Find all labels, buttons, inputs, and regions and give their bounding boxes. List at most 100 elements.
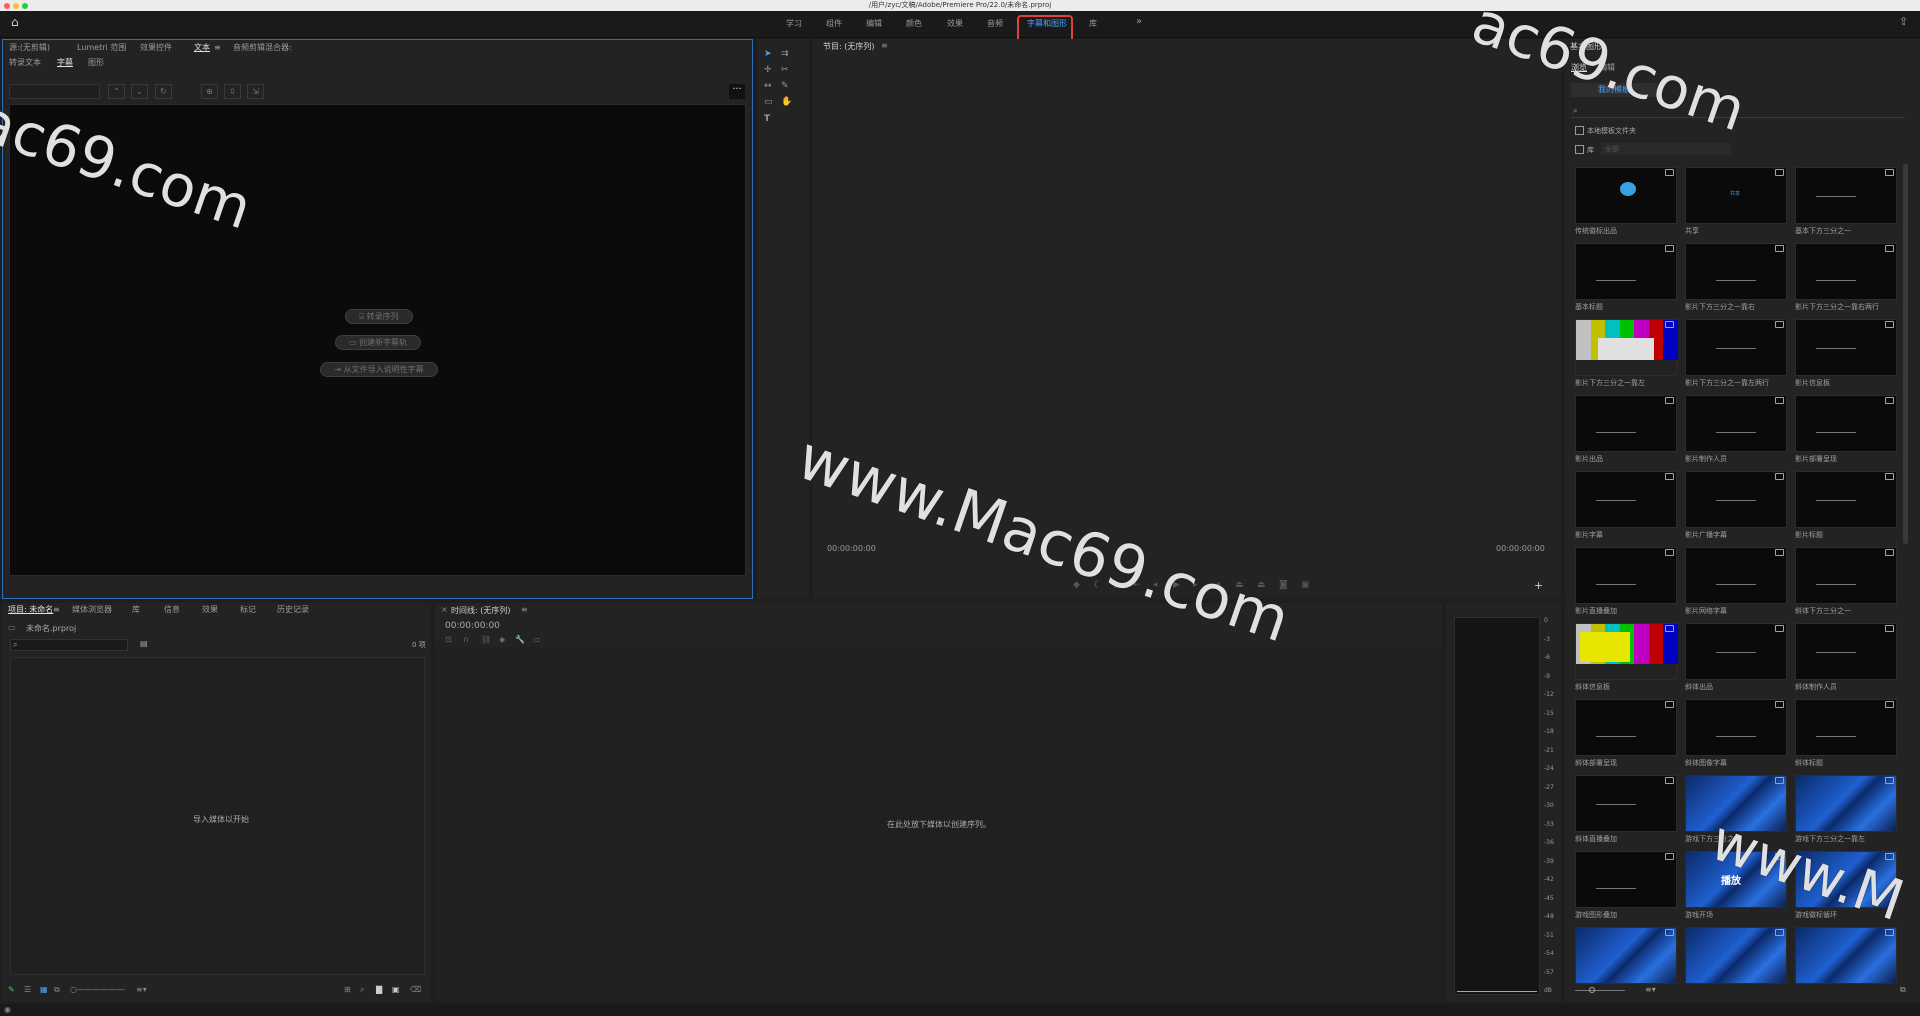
project-tab-2[interactable]: 库 [132,603,140,617]
text-sub-tab-2[interactable]: 图形 [88,56,104,70]
minimize-window-button[interactable] [13,3,19,9]
transcribe-sequence-button[interactable]: ⌸ 转录序列 [345,309,413,324]
new-bin-from-search-icon[interactable]: ▤ [140,639,148,648]
panel-menu-icon[interactable]: ≡ [881,41,888,50]
close-tab-icon[interactable]: × [441,605,448,614]
template-thumbnail[interactable] [1575,623,1678,680]
icon-view-icon[interactable]: ▦ [40,985,48,994]
template-thumbnail[interactable] [1795,319,1897,376]
step-forward-icon[interactable]: ▸ [1193,580,1198,590]
template-thumbnail[interactable] [1685,319,1787,376]
workspace-tab-3[interactable]: 颜色 [906,18,922,29]
next-caption-button[interactable]: ⌄ [131,84,148,99]
text-sub-tab-0[interactable]: 转录文本 [9,56,41,70]
project-tab-3[interactable]: 信息 [164,603,180,617]
slip-tool-icon[interactable]: ↔ [764,81,772,91]
add-marker-icon[interactable]: ◆ [499,635,505,644]
split-caption-icon[interactable]: ⇳ [224,84,241,99]
project-tab-4[interactable]: 效果 [202,603,218,617]
source-tab-0[interactable]: 源:(无剪辑) [9,41,50,55]
sort-icon[interactable]: ≡▾ [136,985,147,994]
template-thumbnail[interactable] [1575,851,1677,908]
template-thumbnail[interactable] [1685,623,1787,680]
workspace-tab-4[interactable]: 效果 [947,18,963,29]
template-thumbnail[interactable] [1795,243,1897,300]
template-thumbnail[interactable] [1685,547,1787,604]
captions-icon[interactable]: ▭ [533,635,541,644]
template-thumbnail[interactable] [1795,167,1897,224]
write-on-icon[interactable]: ✎ [8,985,15,994]
new-item-icon[interactable]: ▣ [392,985,400,994]
template-thumbnail[interactable] [1575,243,1677,300]
source-tab-3[interactable]: 文本 [194,41,210,55]
selection-tool-icon[interactable]: ➤ [764,49,772,59]
automate-icon[interactable]: ⊞ [344,985,351,994]
workspace-tab-7[interactable]: 库 [1089,18,1097,29]
snap-icon[interactable]: ∩ [463,635,469,644]
previous-caption-button[interactable]: ⌃ [108,84,125,99]
template-thumbnail[interactable] [1795,547,1897,604]
panel-menu-icon[interactable]: ≡ [214,41,221,55]
template-thumbnail[interactable] [1575,471,1677,528]
timeline-drop-area[interactable]: 在此处放下媒体以创建序列。 [435,647,1442,1002]
list-view-icon[interactable]: ☰ [24,985,31,994]
template-thumbnail[interactable] [1575,547,1677,604]
workspace-tab-1[interactable]: 组件 [826,18,842,29]
project-tab-1[interactable]: 媒体浏览器 [72,603,112,617]
zoom-window-button[interactable] [22,3,28,9]
type-tool-icon[interactable]: T [764,114,770,124]
template-thumbnail[interactable] [1575,167,1677,224]
button-editor-plus-icon[interactable]: + [1534,579,1543,592]
nest-icon[interactable]: ⊡ [445,635,452,644]
ripple-edit-tool-icon[interactable]: ✛ [764,65,772,75]
source-tab-1[interactable]: Lumetri 范围 [77,41,126,55]
hand-tool-icon[interactable]: ✋ [781,97,792,107]
add-marker-icon[interactable]: ◆ [1073,580,1080,590]
template-thumbnail[interactable]: 共享 [1685,167,1787,224]
template-thumbnail[interactable] [1575,395,1677,452]
close-window-button[interactable] [4,3,10,9]
step-back-icon[interactable]: ◂ [1153,580,1158,590]
more-options-button[interactable]: ··· [729,84,745,99]
export-frame-icon[interactable]: ◙ [1279,580,1288,590]
template-thumbnail[interactable] [1685,395,1787,452]
zoom-slider[interactable]: ○—————— [70,985,125,994]
lift-icon[interactable]: ⏏ [1235,580,1244,590]
share-icon[interactable]: ⇪ [1899,16,1908,27]
extract-icon[interactable]: ⏏ [1257,580,1266,590]
merge-caption-icon[interactable]: ⇲ [247,84,264,99]
template-thumbnail[interactable] [1575,319,1678,376]
new-bin-icon[interactable]: ▇ [376,985,382,994]
template-thumbnail[interactable] [1795,851,1897,908]
project-tab-6[interactable]: 历史记录 [277,603,309,617]
caption-search-input[interactable] [9,84,100,99]
workspace-tab-2[interactable]: 编辑 [866,18,882,29]
project-search-input[interactable]: ⌕ [10,639,128,651]
text-sub-tab-1[interactable]: 字幕 [57,56,73,70]
create-caption-track-button[interactable]: ▭ 创建新字幕轨 [335,335,421,350]
template-thumbnail[interactable] [1685,775,1787,832]
template-thumbnail[interactable] [1795,471,1897,528]
play-icon[interactable]: ▶ [1173,580,1180,590]
import-captions-button[interactable]: ⇥ 从文件导入说明性字幕 [320,362,438,377]
add-caption-icon[interactable]: ⊕ [201,84,218,99]
template-scrollbar[interactable] [1903,164,1908,544]
template-thumbnail[interactable] [1575,699,1677,756]
freeform-view-icon[interactable]: ⧉ [54,985,60,995]
panel-menu-icon[interactable]: ≡ [521,605,528,614]
rectangle-tool-icon[interactable]: ▭ [764,97,773,107]
template-thumbnail[interactable] [1575,775,1677,832]
go-to-in-icon[interactable]: ⇤ [1133,580,1141,590]
template-thumbnail[interactable] [1685,699,1787,756]
panel-menu-icon[interactable]: ≡ [53,603,60,617]
template-thumbnail[interactable]: 播放 [1685,851,1787,908]
razor-tool-icon[interactable]: ✂ [781,65,789,75]
template-thumbnail[interactable] [1575,927,1677,984]
project-tab-0[interactable]: 项目: 未命名 [8,603,53,617]
home-icon[interactable]: ⌂ [11,16,19,28]
find-icon[interactable]: ⌕ [360,985,364,995]
template-thumbnail[interactable] [1795,927,1897,984]
project-bin-area[interactable]: 导入媒体以开始 [10,657,425,975]
template-thumbnail[interactable] [1795,395,1897,452]
workspace-tab-5[interactable]: 音频 [987,18,1003,29]
